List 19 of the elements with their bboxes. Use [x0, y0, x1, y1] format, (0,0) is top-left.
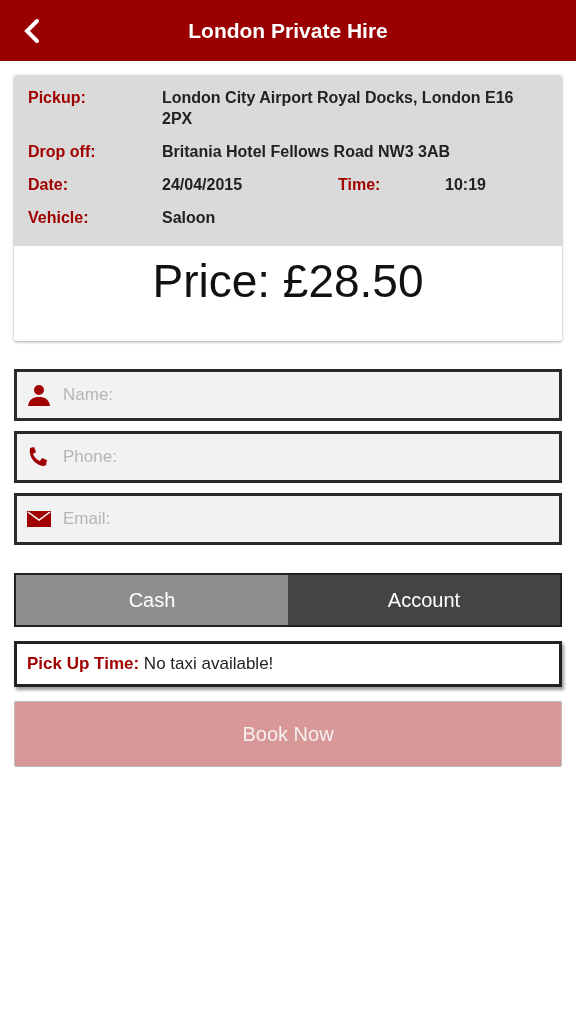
detail-label: Date: [28, 175, 69, 195]
pickup-time-text: Pick Up Time: No taxi available! [27, 654, 274, 674]
input-field[interactable]: Phone: [14, 431, 562, 483]
input-field[interactable]: Email: [14, 493, 562, 545]
payment-option[interactable]: Account [288, 575, 560, 625]
detail-value: 24/04/2015 [162, 175, 244, 195]
detail-label: Vehicle: [28, 208, 90, 228]
detail-value: London City Airport Royal Docks, London E16 2PX [162, 88, 515, 129]
detail-label: Drop off: [28, 142, 97, 162]
payment-option[interactable]: Cash [16, 575, 288, 625]
detail-value: 10:19 [445, 175, 487, 195]
back-icon[interactable] [22, 18, 40, 44]
detail-value: Saloon [162, 208, 217, 228]
detail-value: Britania Hotel Fellows Road NW3 3AB [162, 142, 452, 162]
input-field[interactable]: Name: [14, 369, 562, 421]
price: Price: £28.50 [152, 254, 424, 309]
header-title: London Private Hire [188, 18, 388, 43]
detail-label: Pickup: [28, 88, 87, 108]
detail-label: Time: [338, 175, 382, 195]
